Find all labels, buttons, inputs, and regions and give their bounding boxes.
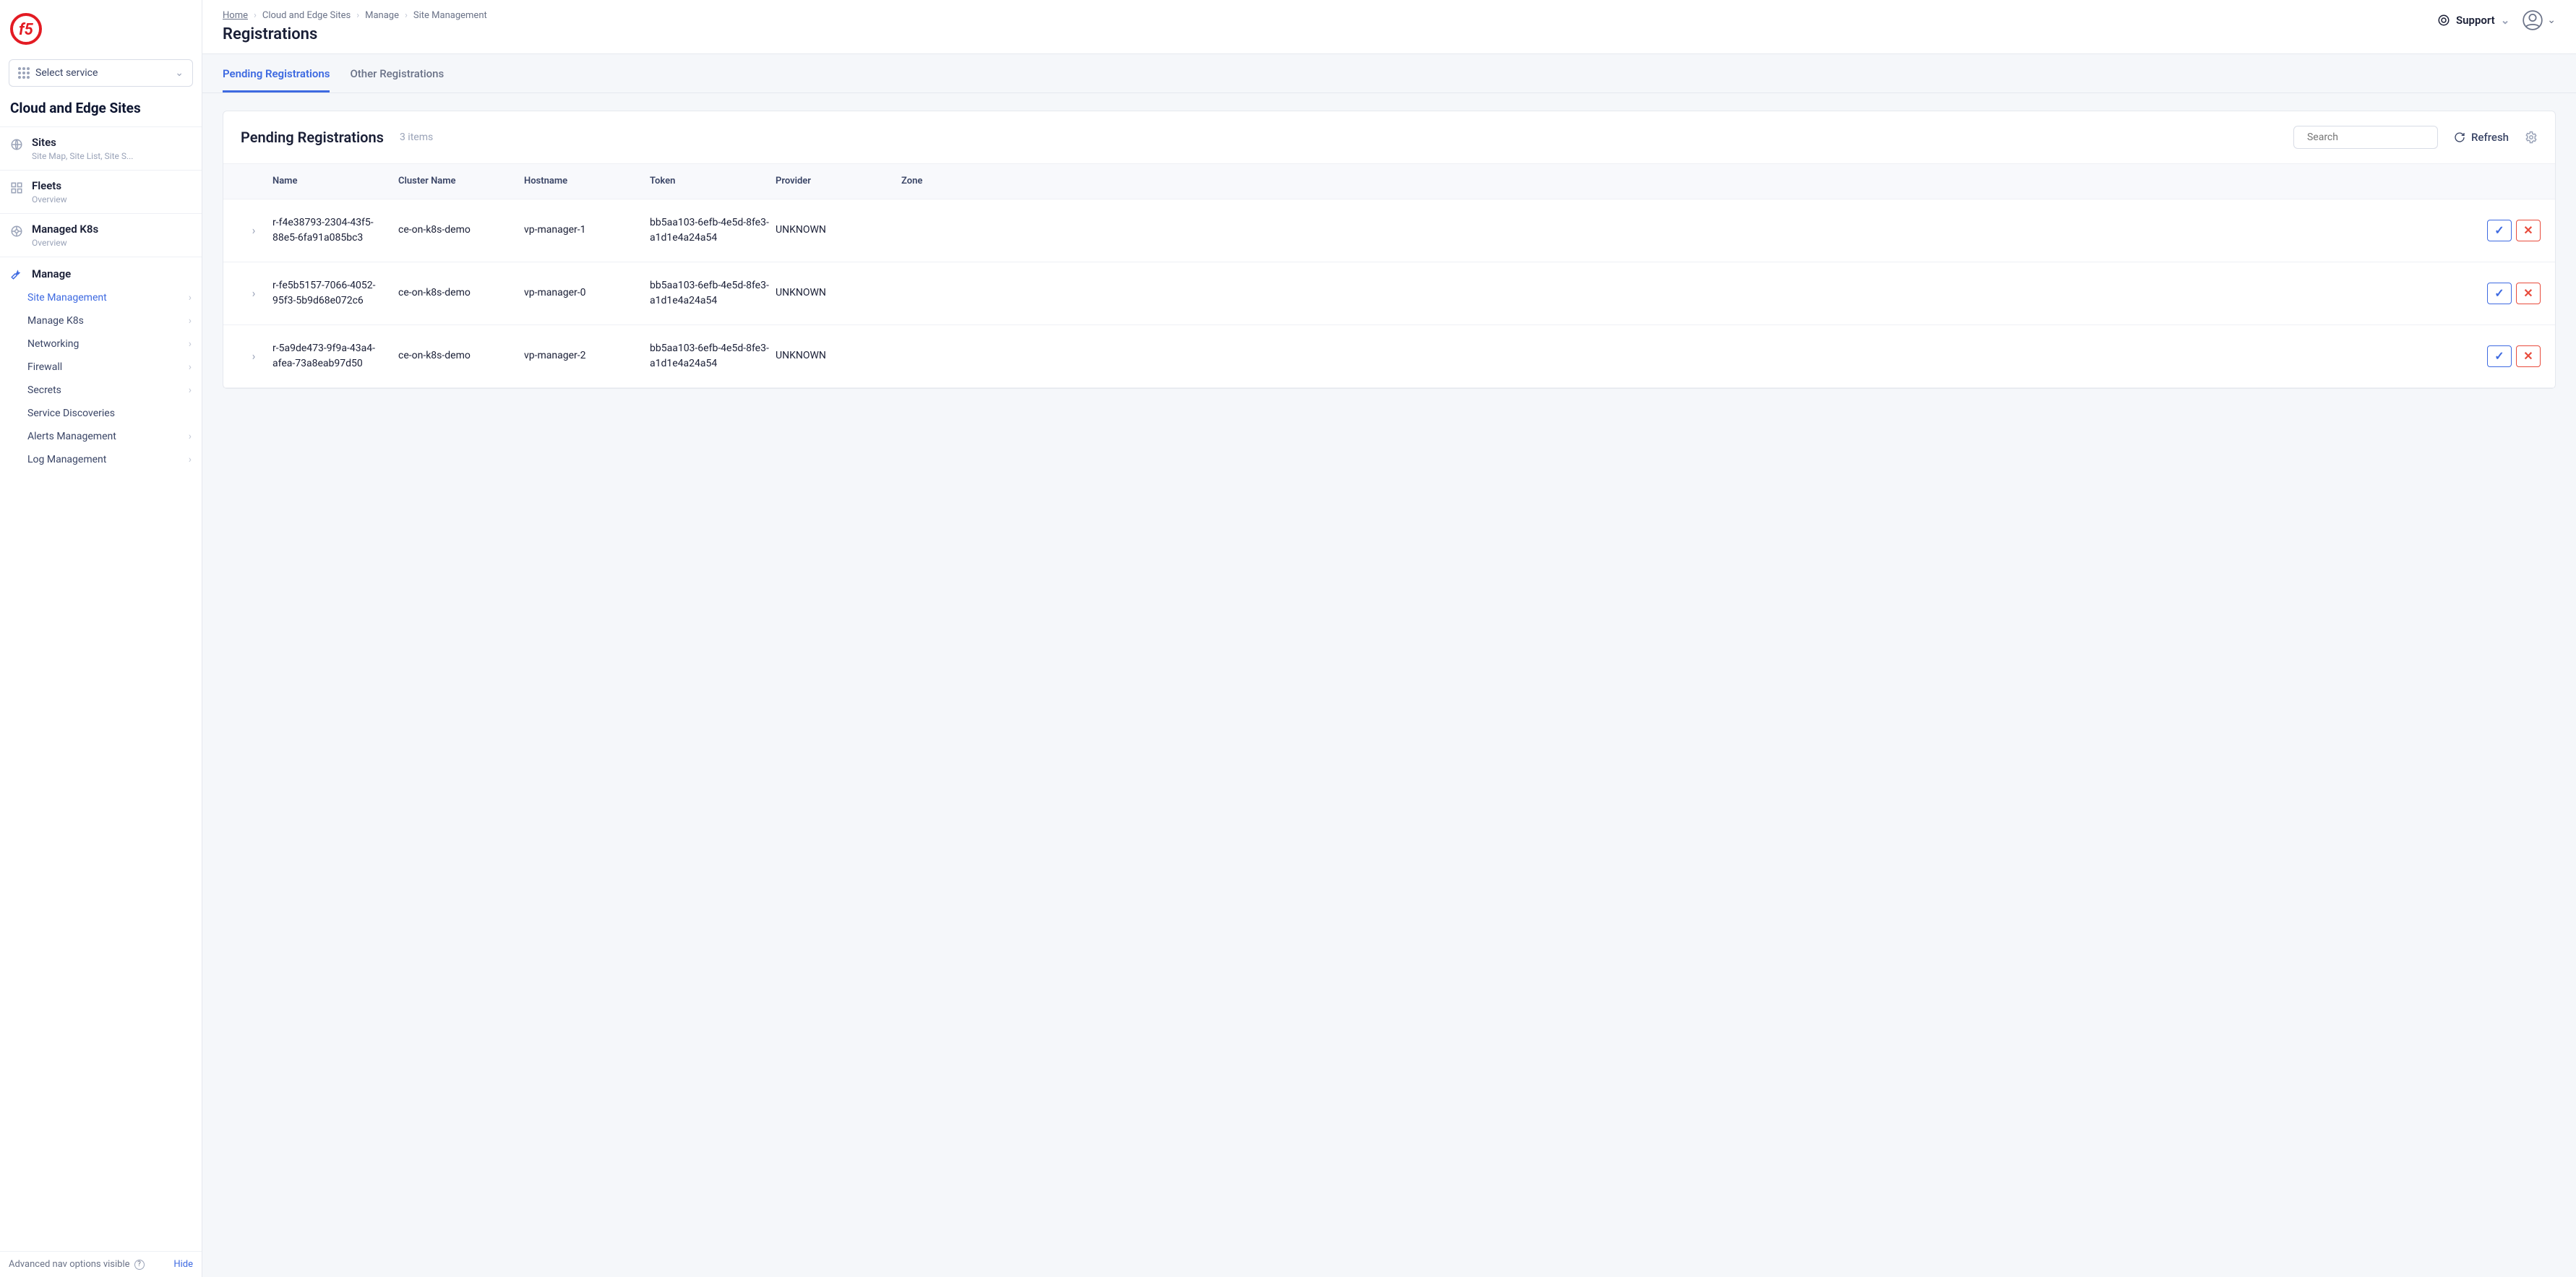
chevron-down-icon: ⌄ [2501, 14, 2510, 27]
cell-token: bb5aa103-6efb-4e5d-8fe3-a1d1e4a24a54 [650, 341, 773, 371]
chevron-down-icon: ⌄ [175, 67, 184, 79]
cell-token: bb5aa103-6efb-4e5d-8fe3-a1d1e4a24a54 [650, 215, 773, 246]
chevron-right-icon: › [189, 431, 192, 442]
column-header: Provider [776, 174, 898, 189]
reject-button[interactable]: ✕ [2516, 283, 2541, 304]
wrench-icon [10, 267, 23, 280]
service-selector-label: Select service [35, 67, 98, 79]
chevron-right-icon: › [189, 361, 192, 373]
sidebar-subitem-alerts-management[interactable]: Alerts Management› [27, 425, 202, 448]
cell-host: vp-manager-1 [524, 223, 647, 238]
breadcrumb: Home›Cloud and Edge Sites›Manage›Site Ma… [223, 10, 487, 21]
support-menu[interactable]: Support ⌄ [2437, 14, 2510, 27]
svg-text:f5: f5 [19, 21, 34, 39]
refresh-icon [2454, 132, 2465, 143]
service-selector[interactable]: Select service ⌄ [9, 59, 193, 87]
chevron-right-icon: › [189, 292, 192, 304]
cell-provider: UNKNOWN [776, 348, 898, 364]
reject-button[interactable]: ✕ [2516, 220, 2541, 241]
breadcrumb-item: Site Management [413, 10, 487, 21]
chevron-right-icon: › [189, 315, 192, 327]
approve-button[interactable]: ✓ [2487, 220, 2512, 241]
table-row: ›r-f4e38793-2304-43f5-88e5-6fa91a085bc3c… [223, 199, 2555, 262]
column-header: Cluster Name [398, 174, 521, 189]
page-title: Registrations [223, 25, 487, 43]
table-row: ›r-5a9de473-9f9a-43a4-afea-73a8eab97d50c… [223, 325, 2555, 388]
sidebar-item-sites[interactable]: SitesSite Map, Site List, Site S... [0, 127, 202, 171]
topbar: Home›Cloud and Edge Sites›Manage›Site Ma… [202, 0, 2576, 54]
sidebar-subitem-service-discoveries[interactable]: Service Discoveries [27, 402, 202, 425]
sidebar-item-manage[interactable]: Manage [0, 257, 202, 285]
chevron-right-icon: › [189, 454, 192, 465]
cell-name: r-5a9de473-9f9a-43a4-afea-73a8eab97d50 [272, 341, 395, 371]
info-icon[interactable]: ? [134, 1260, 145, 1270]
section-title: Cloud and Edge Sites [0, 100, 202, 126]
cell-host: vp-manager-0 [524, 285, 647, 301]
breadcrumb-item[interactable]: Manage [365, 10, 399, 21]
expand-toggle[interactable]: › [238, 349, 270, 363]
item-count: 3 items [400, 132, 433, 143]
cell-provider: UNKNOWN [776, 285, 898, 301]
fleet-icon [10, 181, 23, 194]
refresh-button[interactable]: Refresh [2454, 131, 2509, 144]
approve-button[interactable]: ✓ [2487, 283, 2512, 304]
column-header: Zone [901, 174, 2451, 189]
main: Home › Cloud and Edge Sites › Manage › Site Ma… [202, 0, 2576, 1277]
cell-cluster: ce-on-k8s-demo [398, 348, 521, 364]
user-menu[interactable]: ⌄ [2523, 10, 2556, 30]
cell-name: r-f4e38793-2304-43f5-88e5-6fa91a085bc3 [272, 215, 395, 246]
logo: f5 [0, 0, 202, 55]
tabs: Pending Registrations Other Registrations [202, 54, 2576, 93]
sidebar-item-managed-k8s[interactable]: Managed K8sOverview [0, 214, 202, 257]
tab-other-registrations[interactable]: Other Registrations [350, 67, 444, 93]
table-row: ›r-fe5b5157-7066-4052-95f3-5b9d68e072c6c… [223, 262, 2555, 325]
lifebuoy-icon [2437, 14, 2450, 27]
content: Pending Registrations 3 items Refresh [202, 93, 2576, 1277]
sidebar-subitem-site-management[interactable]: Site Management› [27, 286, 202, 309]
gear-icon[interactable] [2525, 131, 2538, 144]
table-header: NameCluster NameHostnameTokenProviderZon… [223, 163, 2555, 199]
globe-icon [10, 138, 23, 151]
user-avatar-icon [2523, 10, 2543, 30]
sidebar: f5 Select service ⌄ Cloud and Edge Sites… [0, 0, 202, 1277]
sidebar-item-fleets[interactable]: FleetsOverview [0, 171, 202, 214]
column-header: Token [650, 174, 773, 189]
sidebar-subitem-manage-k8s[interactable]: Manage K8s› [27, 309, 202, 332]
approve-button[interactable]: ✓ [2487, 345, 2512, 367]
sidebar-subitem-networking[interactable]: Networking› [27, 332, 202, 356]
hide-link[interactable]: Hide [173, 1259, 193, 1270]
cell-provider: UNKNOWN [776, 223, 898, 238]
expand-toggle[interactable]: › [238, 223, 270, 237]
search-input[interactable] [2307, 132, 2436, 143]
panel: Pending Registrations 3 items Refresh [223, 111, 2556, 389]
sidebar-subitem-log-management[interactable]: Log Management› [27, 448, 202, 471]
grid-icon [18, 67, 30, 79]
expand-toggle[interactable]: › [238, 286, 270, 300]
cell-cluster: ce-on-k8s-demo [398, 223, 521, 238]
reject-button[interactable]: ✕ [2516, 345, 2541, 367]
cell-token: bb5aa103-6efb-4e5d-8fe3-a1d1e4a24a54 [650, 278, 773, 309]
column-header: Name [272, 174, 395, 189]
breadcrumb-item[interactable]: Cloud and Edge Sites [262, 10, 351, 21]
sidebar-subitem-secrets[interactable]: Secrets› [27, 379, 202, 402]
cell-cluster: ce-on-k8s-demo [398, 285, 521, 301]
cell-host: vp-manager-2 [524, 348, 647, 364]
chevron-down-icon: ⌄ [2547, 14, 2556, 26]
chevron-right-icon: › [189, 338, 192, 350]
tab-pending-registrations[interactable]: Pending Registrations [223, 67, 330, 93]
cell-name: r-fe5b5157-7066-4052-95f3-5b9d68e072c6 [272, 278, 395, 309]
sidebar-subitem-firewall[interactable]: Firewall› [27, 356, 202, 379]
chevron-right-icon: › [189, 384, 192, 396]
sidebar-footer: Advanced nav options visible ? Hide [0, 1251, 202, 1277]
column-header: Hostname [524, 174, 647, 189]
f5-logo-icon: f5 [10, 13, 42, 45]
breadcrumb-item[interactable]: Home [223, 10, 248, 21]
panel-title: Pending Registrations [241, 129, 384, 146]
helm-icon [10, 225, 23, 238]
search-input-wrapper[interactable] [2293, 126, 2438, 149]
